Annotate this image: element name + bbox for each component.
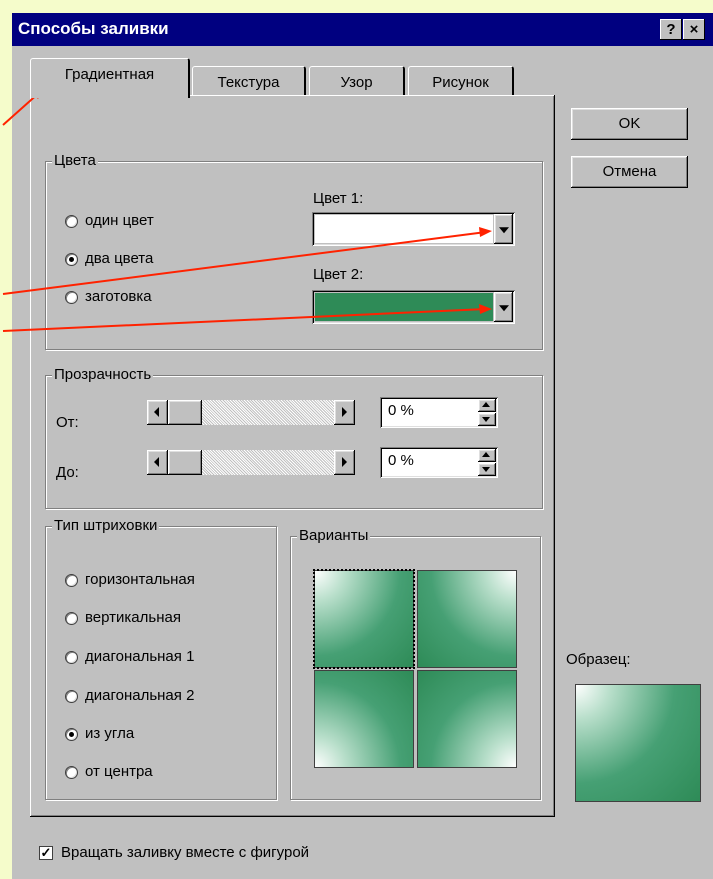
arrow-to-color2 [2, 308, 487, 332]
tab-gradient-label: Градиентная [64, 66, 155, 83]
annotation-arrows [2, 88, 492, 332]
arrow-to-color1 [2, 231, 487, 295]
arrowhead-color2 [479, 304, 492, 314]
tab-gradient[interactable]: Градиентная [30, 58, 190, 98]
arrowhead-color1 [479, 227, 492, 237]
